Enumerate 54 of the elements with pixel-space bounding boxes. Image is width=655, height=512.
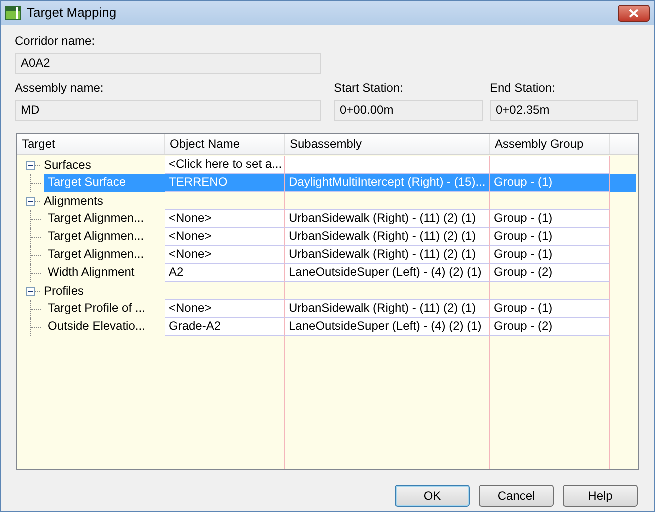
tree-item-label[interactable]: Target Alignmen... — [44, 210, 165, 228]
collapse-icon[interactable] — [26, 286, 35, 296]
tree-item-label[interactable]: Target Alignmen... — [44, 246, 165, 264]
table-cell: UrbanSidewalk (Right) - (11) (2) (1) — [285, 246, 490, 264]
table-cell: <None> — [165, 246, 285, 264]
table-cell: Group - (1) — [490, 174, 610, 192]
table-cell: LaneOutsideSuper (Left) - (4) (2) (1) — [285, 264, 490, 282]
table-cell: LaneOutsideSuper (Left) - (4) (2) (1) — [285, 318, 490, 336]
dialog-button[interactable]: Cancel — [479, 485, 554, 507]
column-header[interactable]: Object Name — [165, 134, 285, 154]
table-cell: Grade-A2 — [165, 318, 285, 336]
dialog-button[interactable]: Help — [563, 485, 638, 507]
column-header[interactable]: Assembly Group — [490, 134, 610, 154]
close-button[interactable] — [618, 4, 650, 22]
column-header[interactable]: Target — [17, 134, 165, 154]
table-cell: Group - (1) — [490, 210, 610, 228]
app-icon — [5, 5, 21, 21]
table-cell: TERRENO — [165, 174, 285, 192]
table-cell: Group - (1) — [490, 246, 610, 264]
window-title: Target Mapping — [27, 4, 117, 22]
table-cell: UrbanSidewalk (Right) - (11) (2) (1) — [285, 210, 490, 228]
table-cell: UrbanSidewalk (Right) - (11) (2) (1) — [285, 228, 490, 246]
table-cell: <None> — [165, 300, 285, 318]
field-label: Assembly name: — [15, 80, 104, 97]
table-cell: Group - (1) — [490, 228, 610, 246]
table-cell: Group - (2) — [490, 264, 610, 282]
collapse-icon[interactable] — [26, 160, 35, 170]
field-label: Corridor name: — [15, 33, 96, 50]
collapse-icon[interactable] — [26, 196, 35, 206]
table-cell: DaylightMultiIntercept (Right) - (15)... — [285, 174, 490, 192]
tree-item-label[interactable]: Width Alignment — [44, 264, 165, 282]
table-cell: Group - (1) — [490, 300, 610, 318]
dialog-button[interactable]: OK — [395, 485, 470, 507]
input-field[interactable]: A0A2 — [15, 53, 321, 74]
table-cell: UrbanSidewalk (Right) - (11) (2) (1) — [285, 300, 490, 318]
tree-item-label[interactable]: Outside Elevatio... — [44, 318, 165, 336]
field-label: Start Station: — [334, 80, 404, 97]
close-icon — [629, 8, 639, 18]
table-cell: <None> — [165, 210, 285, 228]
input-field[interactable]: 0+00.00m — [334, 100, 483, 121]
tree-group-label[interactable]: Alignments — [43, 192, 104, 210]
field-label: End Station: — [490, 80, 556, 97]
table-cell: A2 — [165, 264, 285, 282]
selection-highlight — [610, 174, 636, 192]
tree-group-label[interactable]: Profiles — [43, 282, 86, 300]
table-cell: Group - (2) — [490, 318, 610, 336]
table-cell: <Click here to set a... — [165, 156, 285, 174]
input-field[interactable]: MD — [15, 100, 321, 121]
table-cell: <None> — [165, 228, 285, 246]
tree-item-label[interactable]: Target Alignmen... — [44, 228, 165, 246]
input-field[interactable]: 0+02.35m — [490, 100, 638, 121]
column-header[interactable]: Subassembly — [285, 134, 490, 154]
tree-item-label[interactable]: Target Profile of ... — [44, 300, 165, 318]
tree-group-label[interactable]: Surfaces — [43, 156, 92, 174]
